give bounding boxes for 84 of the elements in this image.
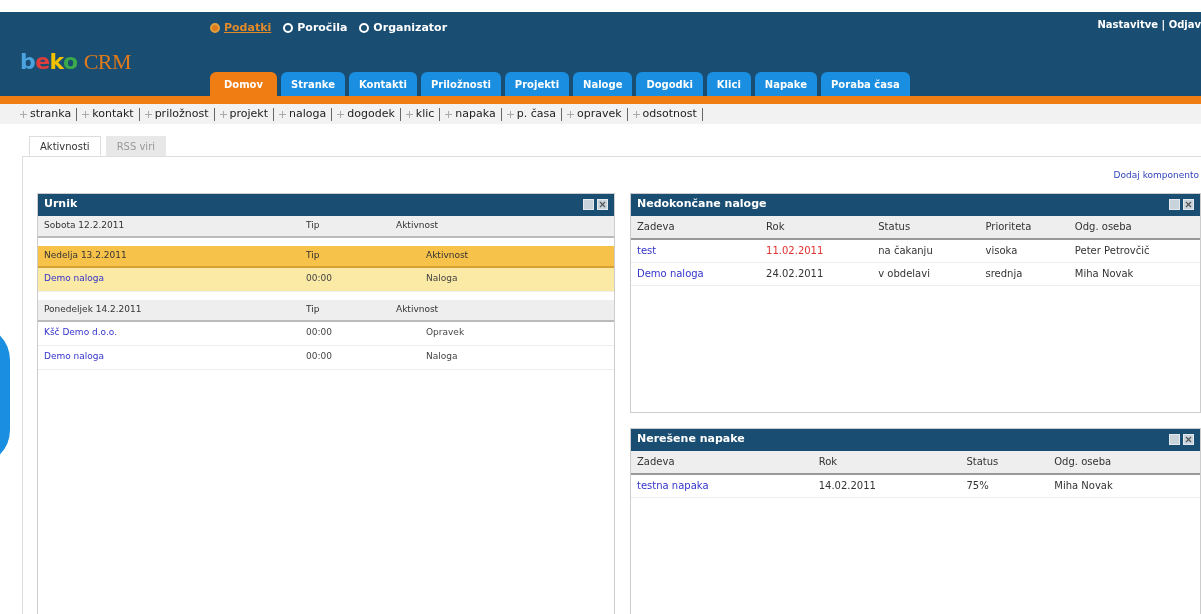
nav-tab[interactable]: Klici [706, 72, 751, 96]
column-header: Tip [306, 218, 321, 232]
nav-tab[interactable]: Dogodki [636, 72, 703, 96]
activity-link[interactable]: Demo naloga [44, 350, 306, 364]
panel-title: Urnik [44, 196, 78, 213]
table-cell: Naloga [426, 272, 458, 286]
plus-icon [566, 110, 574, 118]
column-header: Odg. oseba [1054, 455, 1113, 469]
table-cell-text: Miha Novak [1054, 479, 1114, 493]
plus-icon [279, 110, 286, 118]
quick-add-link[interactable]: odsotnost [642, 105, 697, 123]
panel-title: Nerešene napake [637, 431, 745, 448]
column-header: Aktivnost [426, 248, 469, 262]
column-header: Odg. oseba [1074, 220, 1133, 234]
column-header: Aktivnost [396, 218, 439, 232]
column-header: Zadeva [637, 220, 676, 234]
quick-add-link[interactable]: kontakt [92, 105, 134, 123]
quick-add-link[interactable]: dogodek [347, 105, 395, 123]
quick-add-link[interactable]: projekt [229, 105, 268, 123]
table-cell-text: 24.02.2011 [766, 267, 825, 281]
table-link[interactable]: Demo naloga [637, 266, 767, 281]
column-header: Tip [306, 302, 321, 316]
plus-icon [405, 110, 413, 118]
table-cell-text: 75% [966, 479, 990, 493]
nav-tab[interactable]: Stranke [281, 72, 345, 96]
close-icon[interactable] [1183, 199, 1194, 210]
user-links[interactable]: Nastavitve | Odjav [1097, 17, 1201, 32]
day-date: Sobota 12.2.2011 [44, 218, 126, 232]
nav-tab[interactable]: Naloge [573, 72, 633, 96]
nav-tab[interactable]: Priložnosti [420, 72, 501, 96]
quick-add-link[interactable]: naloga [289, 105, 327, 123]
quick-add-link[interactable]: klic [415, 105, 435, 123]
column-header: Tip [306, 248, 321, 262]
table-cell-text: 14.02.2011 [818, 479, 877, 493]
panel-title: Nedokončane naloge [637, 196, 767, 213]
table-cell-text: 00:00 [306, 350, 333, 364]
column-header: Status [878, 220, 912, 234]
table-cell: Naloga [426, 350, 458, 364]
plus-icon [20, 110, 27, 118]
plus-icon [337, 110, 345, 118]
quick-add-link[interactable]: priložnost [154, 105, 209, 123]
nav-tab[interactable]: Poraba časa [821, 72, 910, 96]
table-cell-text: Miha Novak [1074, 267, 1135, 281]
column-header: Rok [818, 455, 839, 469]
quick-add-link[interactable]: opravek [576, 105, 622, 123]
column-header: Status [966, 455, 1000, 469]
plus-icon [144, 110, 152, 118]
column-header: Zadeva [637, 455, 676, 469]
table-cell-text: 00:00 [306, 326, 333, 340]
table-link[interactable]: testna napaka [637, 478, 819, 493]
nav-tab[interactable]: Kontakti [348, 72, 417, 96]
activity-link[interactable]: Demo naloga [44, 272, 306, 286]
quick-add-link[interactable]: napaka [455, 105, 496, 123]
activity-link[interactable]: Kšč Demo d.o.o. [44, 326, 306, 340]
plus-icon [82, 110, 90, 118]
table-cell-text: Peter Petrovčič [1074, 244, 1151, 258]
table-cell-text: visoka [985, 244, 1019, 258]
table-cell-text: srednja [985, 267, 1024, 281]
plus-icon [445, 110, 453, 118]
day-date: Ponedeljek 14.2.2011 [44, 302, 143, 316]
logo: beko CRM [20, 48, 131, 76]
sub-tab[interactable]: Aktivnosti [29, 136, 101, 156]
nav-tab[interactable]: Projekti [504, 72, 570, 96]
plus-icon [506, 110, 514, 118]
column-header: Prioriteta [985, 220, 1033, 234]
table-cell: Opravek [426, 326, 465, 340]
table-cell-text: na čakanju [878, 244, 934, 258]
table-cell-text: 00:00 [306, 272, 333, 286]
column-header: Rok [766, 220, 786, 234]
close-icon[interactable] [597, 199, 608, 210]
table-cell-text: 11.02.2011 [766, 244, 825, 258]
table-link[interactable]: test [637, 243, 767, 258]
quick-add-link[interactable]: stranka [30, 105, 72, 123]
plus-icon [219, 110, 227, 118]
column-header: Aktivnost [396, 302, 439, 316]
close-icon[interactable] [1183, 434, 1194, 445]
plus-icon [632, 110, 640, 118]
module-radio[interactable]: Poročila [283, 20, 348, 37]
nav-tab[interactable]: Napake [754, 72, 817, 96]
add-component-link[interactable]: Dodaj komponento [1113, 169, 1199, 183]
module-radio[interactable]: Organizator [359, 20, 448, 37]
day-date: Nedelja 13.2.2011 [44, 248, 128, 262]
table-cell-text: v obdelavi [878, 267, 931, 281]
quick-add-link[interactable]: p. časa [516, 105, 556, 123]
